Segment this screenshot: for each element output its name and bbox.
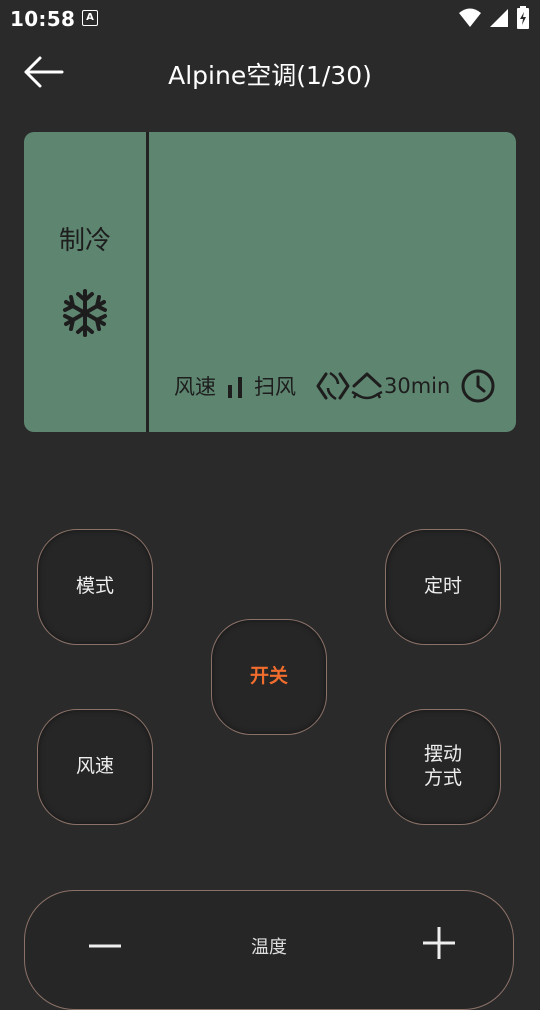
status-icons	[458, 6, 530, 30]
plus-icon	[423, 927, 455, 959]
timer-button[interactable]: 定时	[385, 529, 501, 645]
top-bar: Alpine空调(1/30)	[0, 40, 540, 104]
cell-signal-icon	[490, 9, 508, 27]
mode-label: 制冷	[58, 226, 111, 256]
timer-value: 30min	[384, 374, 451, 398]
mode-button[interactable]: 模式	[37, 529, 153, 645]
temperature-control: 温度	[24, 890, 514, 1010]
mode-button-label: 模式	[75, 575, 114, 598]
status-time: 10:58	[10, 7, 76, 31]
vertical-swing-icon	[351, 372, 383, 400]
display-status-row: 风速 扫风 30min	[174, 368, 496, 404]
power-button-label: 开关	[249, 665, 288, 688]
fan-speed-bars-icon	[228, 377, 242, 398]
swing-label: 扫风	[254, 375, 296, 399]
display-divider	[146, 132, 149, 432]
clock-icon	[461, 369, 495, 403]
power-button[interactable]: 开关	[211, 619, 327, 735]
status-bar: 10:58 A	[0, 0, 540, 38]
battery-icon	[517, 6, 529, 29]
wifi-icon	[459, 8, 481, 27]
swing-mode-label-line1: 摆动	[423, 743, 462, 766]
ac-display-panel: 制冷 风速 扫风 30min	[24, 132, 516, 432]
page-title: Alpine空调(1/30)	[168, 61, 372, 90]
swing-mode-button-label: 摆动 方式	[424, 743, 462, 791]
horizontal-swing-icon	[316, 371, 350, 401]
snowflake-icon	[63, 289, 107, 337]
notification-badge-icon: A	[82, 10, 98, 26]
swing-mode-label-line2: 方式	[423, 767, 462, 789]
fan-speed-button[interactable]: 风速	[37, 709, 153, 825]
fan-speed-button-label: 风速	[75, 755, 114, 778]
timer-button-label: 定时	[423, 575, 462, 598]
swing-mode-button[interactable]: 摆动 方式	[385, 709, 501, 825]
temperature-up-button[interactable]	[421, 925, 457, 961]
fan-speed-label: 风速	[174, 375, 216, 399]
